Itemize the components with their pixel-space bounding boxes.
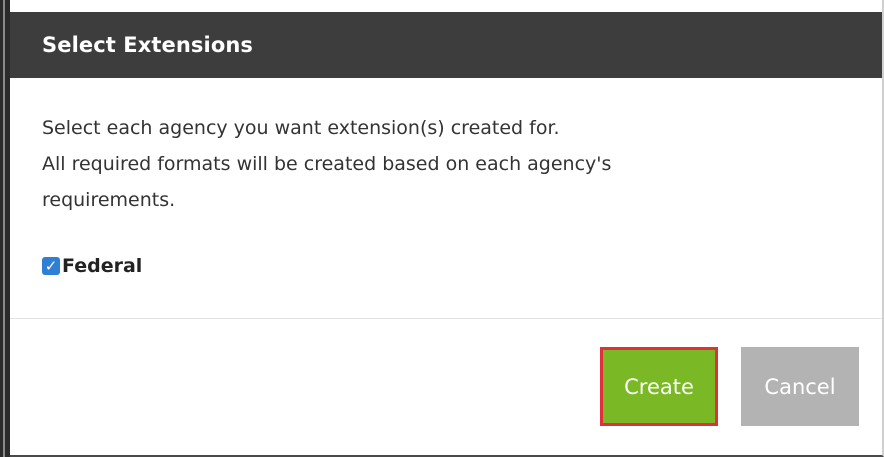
cancel-button[interactable]: Cancel xyxy=(741,347,859,426)
cancel-button-label: Cancel xyxy=(764,374,836,399)
description-line-2: All required formats will be created bas… xyxy=(42,153,612,175)
screen: Select Extensions Select each agency you… xyxy=(0,0,884,457)
check-mark-icon: ✓ xyxy=(44,257,58,275)
federal-checkbox-label: Federal xyxy=(62,255,143,277)
create-button[interactable]: Create xyxy=(600,347,718,426)
agency-federal-option[interactable]: ✓ Federal xyxy=(42,255,142,277)
background-window-edge xyxy=(0,0,10,457)
description-line-1: Select each agency you want extension(s)… xyxy=(42,117,560,139)
select-extensions-dialog: Select Extensions Select each agency you… xyxy=(10,0,884,457)
description-line-3: requirements. xyxy=(42,189,176,211)
dialog-description: Select each agency you want extension(s)… xyxy=(42,110,862,218)
dialog-top-strip xyxy=(10,0,882,12)
dialog-titlebar: Select Extensions xyxy=(10,12,882,78)
dialog-title: Select Extensions xyxy=(42,33,254,57)
dialog-body: Select each agency you want extension(s)… xyxy=(42,110,862,218)
create-button-label: Create xyxy=(624,374,694,399)
footer-divider xyxy=(10,318,882,319)
federal-checkbox[interactable]: ✓ xyxy=(42,257,60,275)
